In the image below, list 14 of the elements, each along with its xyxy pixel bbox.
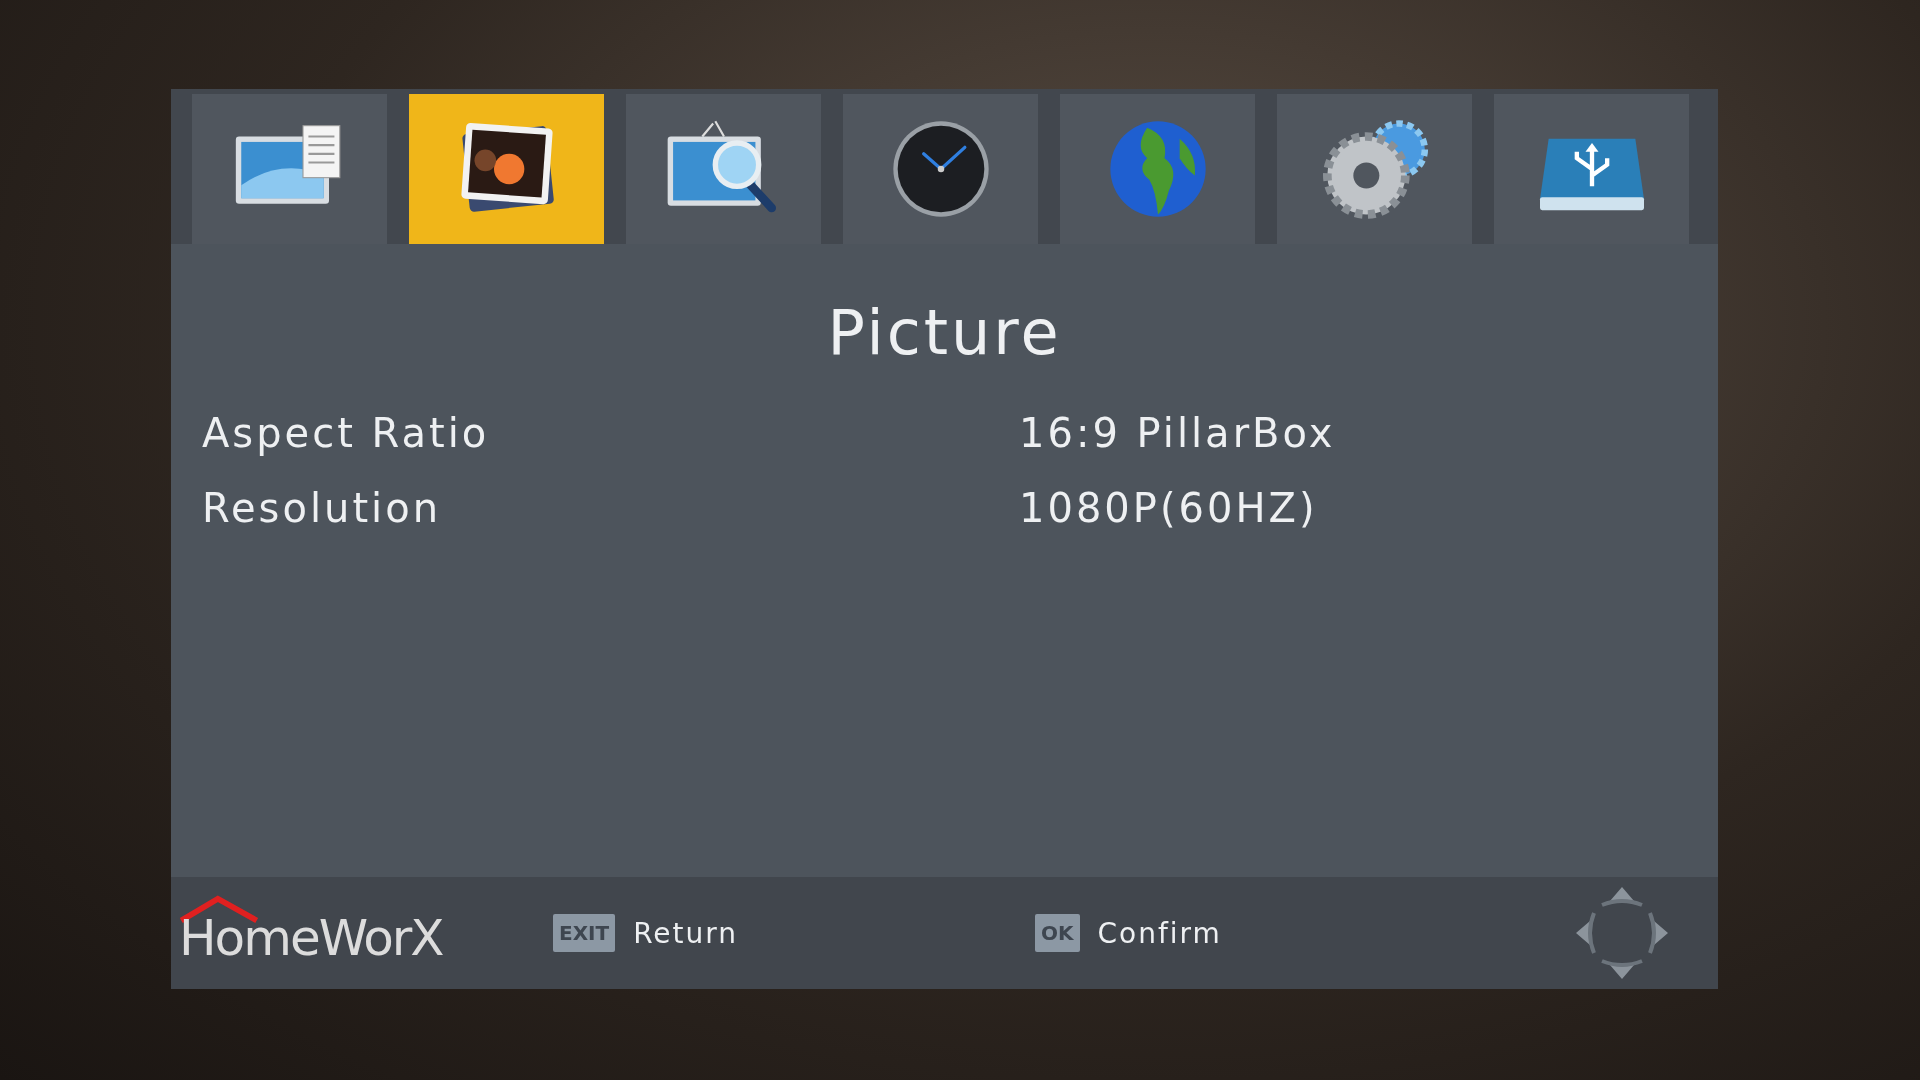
- menu-tab[interactable]: [409, 94, 604, 244]
- hint-label: Return: [633, 916, 739, 950]
- menu-tab[interactable]: [626, 94, 821, 244]
- menu-tab[interactable]: [843, 94, 1038, 244]
- setting-value[interactable]: 1080P(60HZ): [1019, 484, 1318, 531]
- setting-value[interactable]: 16:9 PillarBox: [1019, 409, 1336, 456]
- hint-label: Confirm: [1097, 916, 1222, 950]
- brand-logo: HomeWorX: [179, 895, 553, 971]
- remote-key-label: OK: [1035, 914, 1080, 952]
- menu-tab[interactable]: [192, 94, 387, 244]
- page-title: Picture: [826, 296, 1063, 369]
- setting-label[interactable]: Resolution: [202, 484, 1019, 531]
- remote-key-label: EXIT: [553, 914, 616, 952]
- setting-label[interactable]: Aspect Ratio: [202, 409, 1019, 456]
